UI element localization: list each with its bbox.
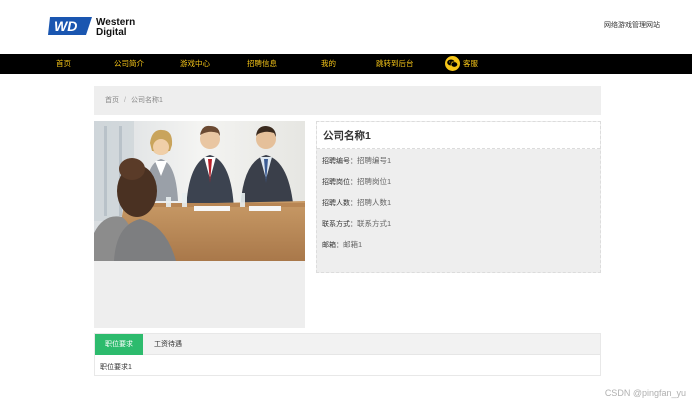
logo-text-line2: Digital	[96, 27, 127, 37]
detail-row-position: 招聘岗位：招聘岗位1	[322, 176, 391, 187]
company-name-title: 公司名称1	[323, 130, 371, 142]
nav-item-recruitment[interactable]: 招聘信息	[247, 54, 277, 74]
job-details-panel: 公司名称1 招聘编号：招聘编号1 招聘岗位：招聘岗位1 招聘人数：招聘人数1 联…	[316, 121, 601, 273]
nav-item-admin[interactable]: 跳转到后台	[376, 54, 414, 74]
tab-bar: 职位要求 工资待遇	[95, 334, 600, 355]
detail-label: 招聘编号：	[322, 158, 357, 165]
detail-label: 联系方式：	[322, 221, 357, 228]
tab-job-requirements[interactable]: 职位要求	[95, 334, 143, 355]
nav-item-company-intro[interactable]: 公司简介	[114, 54, 144, 74]
detail-row-job-number: 招聘编号：招聘编号1	[322, 155, 391, 166]
tab-salary[interactable]: 工资待遇	[143, 334, 193, 355]
detail-value: 招聘编号1	[357, 156, 392, 165]
main-nav: 首页 公司简介 游戏中心 招聘信息 我的 跳转到后台 客服	[0, 54, 692, 74]
nav-item-mine[interactable]: 我的	[321, 54, 336, 74]
detail-label: 招聘人数：	[322, 200, 357, 207]
nav-item-customer-service-label: 客服	[463, 59, 478, 68]
nav-item-game-center[interactable]: 游戏中心	[180, 54, 210, 74]
western-digital-logo[interactable]: WD Western Digital	[48, 15, 148, 38]
breadcrumb-current: 公司名称1	[130, 97, 163, 104]
watermark: CSDN @pingfan_yu	[604, 388, 686, 398]
wechat-icon	[445, 55, 460, 71]
site-title: 网络游戏管理网站	[604, 22, 660, 29]
nav-item-customer-service[interactable]: 客服	[445, 54, 478, 74]
detail-label: 招聘岗位：	[322, 179, 357, 186]
breadcrumb: 首页 / 公司名称1	[94, 86, 601, 115]
site-header: WD Western Digital 网络游戏管理网站	[0, 0, 692, 54]
nav-item-home[interactable]: 首页	[56, 54, 71, 74]
detail-value: 招聘人数1	[357, 198, 392, 207]
detail-row-contact: 联系方式：联系方式1	[322, 218, 391, 229]
detail-value: 联系方式1	[357, 219, 392, 228]
detail-row-email: 邮箱：邮箱1	[322, 239, 362, 250]
job-photo-card	[94, 121, 305, 328]
job-details-header: 公司名称1	[317, 122, 600, 149]
detail-label: 邮箱：	[322, 242, 343, 249]
breadcrumb-home-link[interactable]: 首页	[105, 97, 119, 104]
detail-value: 招聘岗位1	[357, 177, 392, 186]
detail-row-headcount: 招聘人数：招聘人数1	[322, 197, 391, 208]
logo-mark: WD	[54, 18, 77, 34]
detail-value: 邮箱1	[343, 240, 363, 249]
breadcrumb-separator: /	[124, 97, 126, 104]
job-interview-photo	[94, 121, 305, 261]
job-tabs: 职位要求 工资待遇 职位要求1	[94, 333, 601, 376]
tab-content: 职位要求1	[100, 364, 132, 371]
